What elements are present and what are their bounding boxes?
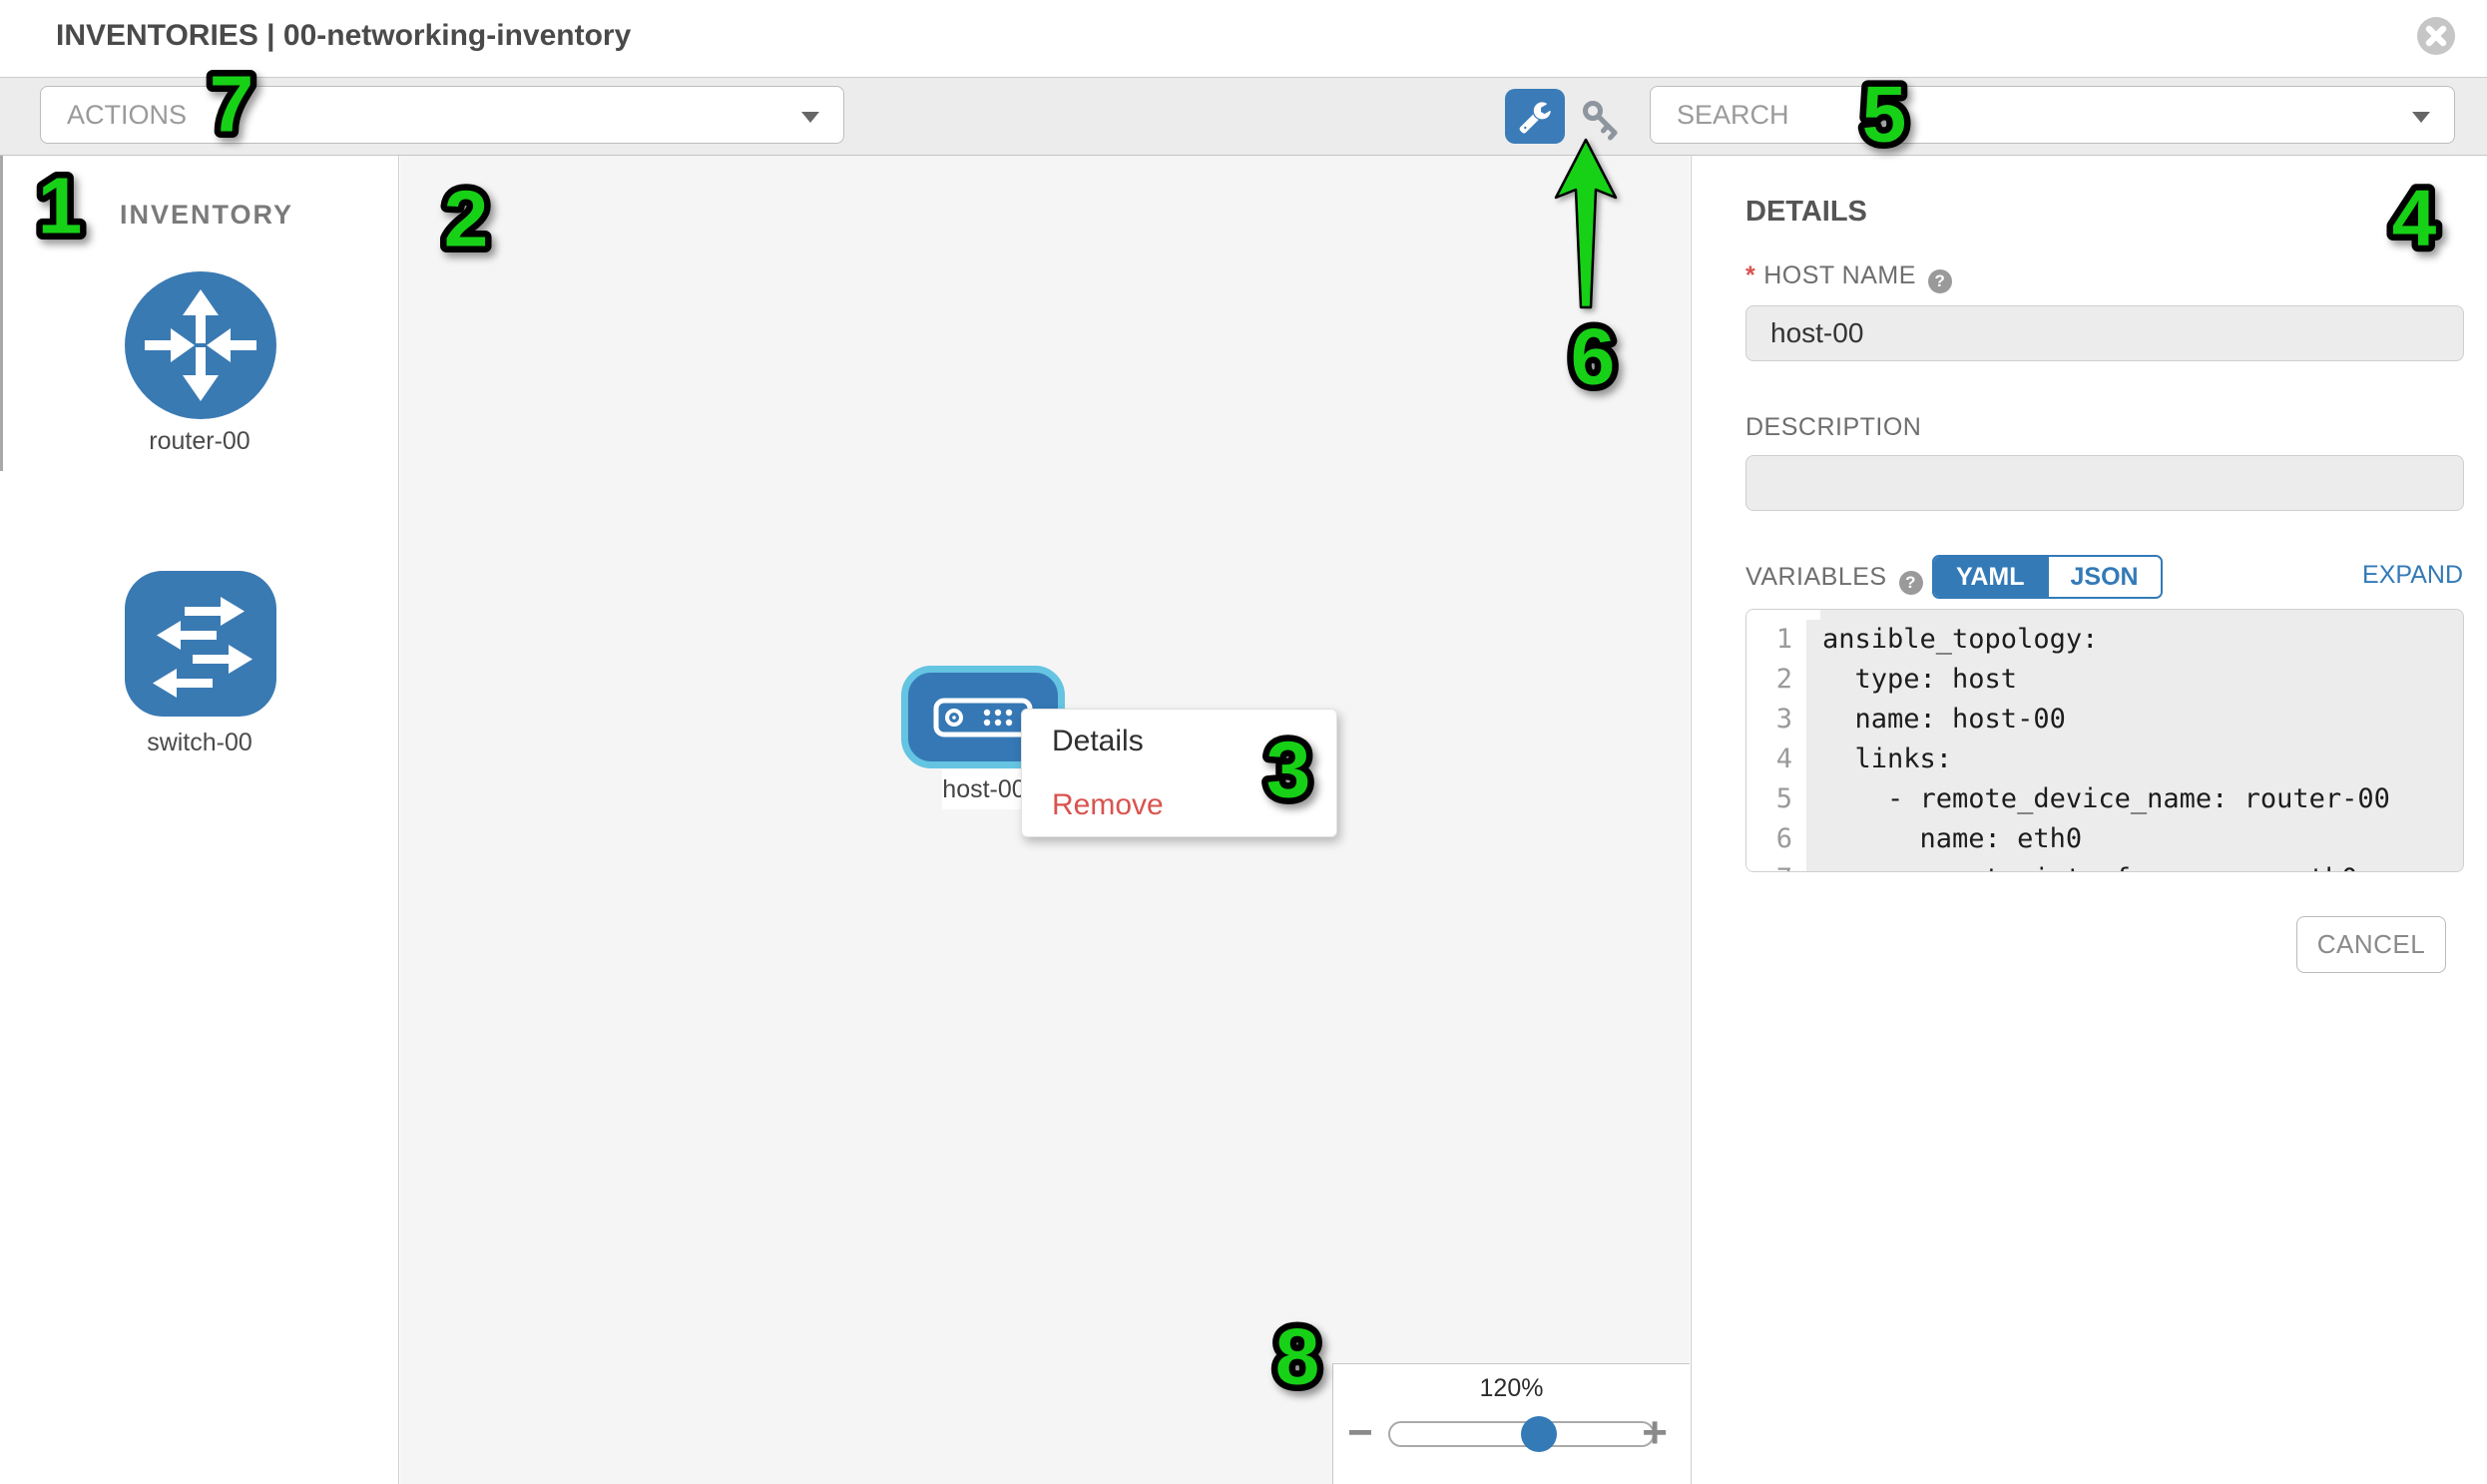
required-marker: *: [1745, 261, 1755, 289]
help-icon[interactable]: ?: [1899, 571, 1923, 595]
inventory-sidebar: INVENTORY router-00: [0, 156, 399, 1484]
line-text: ansible_topology:: [1806, 620, 2463, 660]
line-text: name: host-00: [1806, 700, 2463, 740]
zoom-out-button[interactable]: −: [1347, 1408, 1373, 1458]
sidebar-title: INVENTORY: [120, 200, 293, 231]
expand-link[interactable]: EXPAND: [2362, 561, 2463, 590]
line-number: 1: [1746, 620, 1806, 660]
context-menu: Details Remove: [1021, 709, 1337, 837]
page-title: INVENTORIES | 00-networking-inventory: [56, 19, 631, 53]
key-button[interactable]: [1581, 99, 1625, 143]
key-icon: [1581, 99, 1625, 143]
annotation-arrow-up: [1554, 138, 1618, 309]
host-name-label: HOST NAME: [1763, 261, 1916, 289]
line-text: links:: [1806, 740, 2463, 779]
line-number: 5: [1746, 779, 1806, 819]
toolbar: ACTIONS SEARCH: [0, 77, 2487, 156]
line-text: - remote_device_name: router-00: [1806, 779, 2463, 819]
palette-item-router-label: router-00: [0, 427, 399, 456]
code-line: 5 - remote_device_name: router-00: [1746, 779, 2463, 819]
code-line: 6 name: eth0: [1746, 819, 2463, 859]
code-line: 2 type: host: [1746, 660, 2463, 700]
code-line: 3 name: host-00: [1746, 700, 2463, 740]
context-menu-item-remove[interactable]: Remove: [1022, 773, 1336, 837]
sidebar-scrollbar[interactable]: [0, 156, 3, 471]
chevron-down-icon: [801, 112, 819, 123]
details-panel: DETAILS *HOST NAME? host-00 DESCRIPTION …: [1691, 156, 2487, 1484]
line-text: type: host: [1806, 660, 2463, 700]
line-number: 4: [1746, 740, 1806, 779]
host-name-input[interactable]: host-00: [1745, 305, 2464, 361]
zoom-in-button[interactable]: +: [1642, 1408, 1668, 1458]
details-panel-title: DETAILS: [1745, 196, 1867, 229]
zoom-level-value: 120%: [1333, 1374, 1690, 1403]
line-number: 3: [1746, 700, 1806, 740]
tools-button[interactable]: [1505, 89, 1565, 144]
zoom-control-panel: 120% − +: [1332, 1363, 1690, 1484]
search-dropdown[interactable]: SEARCH: [1650, 86, 2455, 144]
variables-label: VARIABLES: [1745, 563, 1887, 591]
switch-icon[interactable]: [125, 571, 276, 717]
line-number: 6: [1746, 819, 1806, 859]
code-line: 4 links:: [1746, 740, 2463, 779]
line-text: remote_interface_name: eth0: [1806, 859, 2463, 872]
wrench-icon: [1518, 100, 1552, 134]
context-menu-item-details[interactable]: Details: [1022, 710, 1336, 773]
cancel-button[interactable]: CANCEL: [2296, 916, 2446, 973]
zoom-slider-thumb[interactable]: [1521, 1416, 1557, 1452]
host-name-label-row: * HOST NAME?: [1745, 261, 1952, 293]
variables-code-editor[interactable]: 1 ansible_topology: 2 type: host 3 name:…: [1745, 609, 2464, 872]
code-line: 1 ansible_topology:: [1746, 620, 2463, 660]
actions-dropdown[interactable]: ACTIONS: [40, 86, 844, 144]
inventory-topology-screen: INVENTORIES | 00-networking-inventory AC…: [0, 0, 2487, 1484]
zoom-slider-track[interactable]: [1388, 1421, 1655, 1447]
palette-item-switch-label: switch-00: [0, 729, 399, 757]
toggle-json[interactable]: JSON: [2047, 557, 2161, 597]
code-line: 7 remote_interface_name: eth0: [1746, 859, 2463, 872]
server-icon: [933, 697, 1033, 739]
app-header: INVENTORIES | 00-networking-inventory: [0, 0, 2487, 77]
line-text: name: eth0: [1806, 819, 2463, 859]
close-icon[interactable]: [2416, 16, 2456, 56]
variables-label-row: VARIABLES?: [1745, 563, 1923, 595]
router-icon[interactable]: [125, 271, 276, 419]
description-input[interactable]: [1745, 455, 2464, 511]
variables-format-toggle: YAML JSON: [1932, 555, 2163, 599]
topology-canvas[interactable]: host-00 Details Remove 120% − +: [400, 156, 1690, 1484]
line-number: 7: [1746, 859, 1806, 872]
search-placeholder: SEARCH: [1677, 100, 1789, 130]
toggle-yaml[interactable]: YAML: [1934, 557, 2047, 597]
description-label: DESCRIPTION: [1745, 413, 1921, 442]
actions-dropdown-placeholder: ACTIONS: [67, 100, 187, 130]
chevron-down-icon: [2412, 112, 2430, 123]
line-number: 2: [1746, 660, 1806, 700]
host-node-label: host-00: [942, 769, 1026, 809]
help-icon[interactable]: ?: [1928, 269, 1952, 293]
